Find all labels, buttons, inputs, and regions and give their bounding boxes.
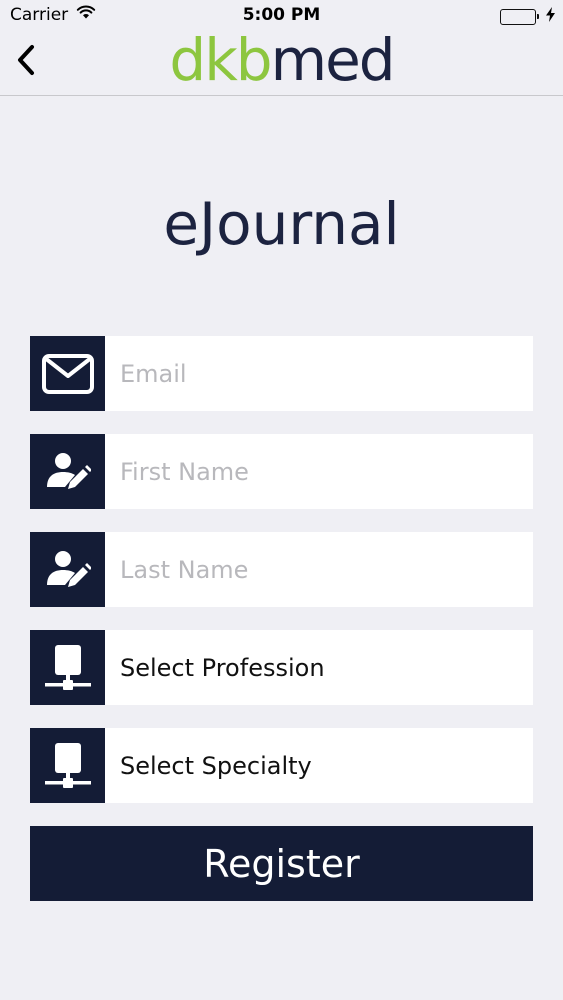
last-name-field-row [30, 532, 533, 607]
logo: dkbmed [0, 28, 563, 92]
first-name-input[interactable] [105, 434, 533, 509]
first-name-field-row [30, 434, 533, 509]
email-input[interactable] [105, 336, 533, 411]
logo-part-b: med [270, 26, 396, 94]
profession-select-label: Select Profession [120, 653, 325, 682]
nav-bar: dkbmed [0, 28, 563, 96]
last-name-input[interactable] [105, 532, 533, 607]
specialty-select[interactable]: Select Specialty [30, 728, 533, 803]
email-field-row [30, 336, 533, 411]
user-edit-icon [30, 434, 105, 509]
network-icon [30, 630, 105, 705]
status-time: 5:00 PM [242, 5, 321, 25]
page-title: eJournal [163, 190, 400, 258]
user-edit-icon [30, 532, 105, 607]
register-button[interactable]: Register [30, 826, 533, 901]
envelope-icon [30, 336, 105, 411]
battery-icon [500, 9, 539, 25]
status-right [500, 7, 555, 27]
logo-part-a: dkb [169, 26, 272, 94]
network-icon [30, 728, 105, 803]
charging-bolt-icon [546, 7, 555, 27]
registration-form: Select Profession Select Specialty Regis… [30, 336, 533, 901]
profession-select[interactable]: Select Profession [30, 630, 533, 705]
specialty-select-label: Select Specialty [120, 751, 312, 780]
